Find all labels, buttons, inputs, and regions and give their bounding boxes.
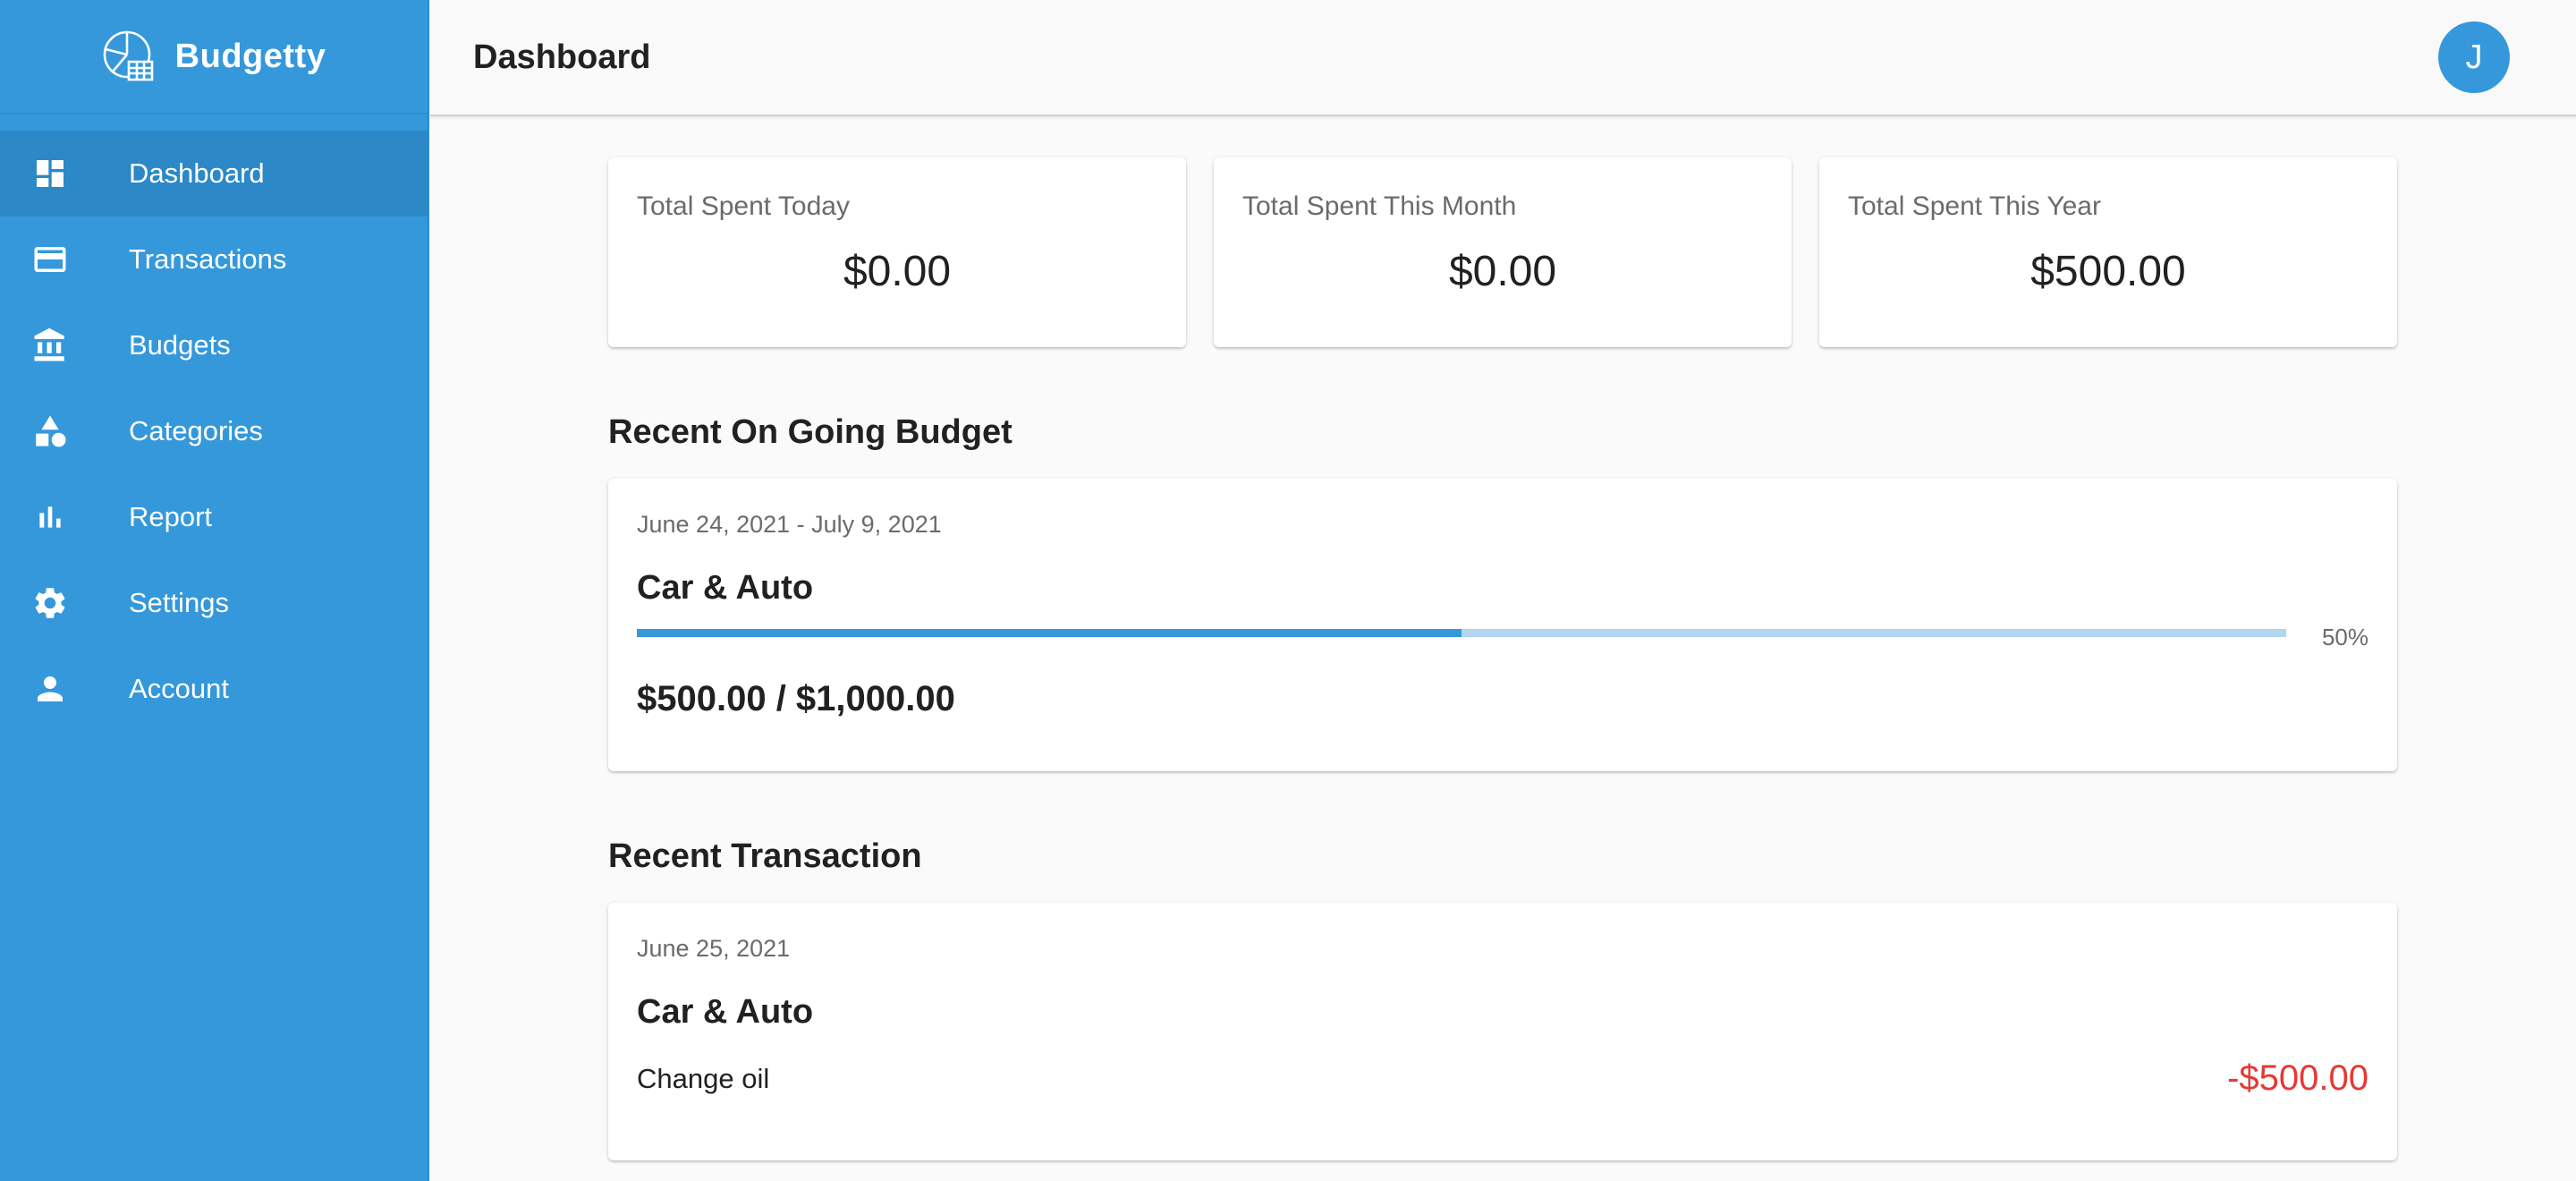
stats-row: Total Spent Today $0.00 Total Spent This…	[608, 157, 2397, 347]
sidebar-item-settings[interactable]: Settings	[0, 560, 428, 646]
progress-percent: 50%	[2321, 624, 2368, 650]
transaction-row: Change oil -$500.00	[637, 1058, 2368, 1099]
sidebar-item-budgets[interactable]: Budgets	[0, 302, 428, 388]
transaction-card[interactable]: June 25, 2021 Car & Auto Change oil -$50…	[608, 903, 2397, 1160]
budget-section-title: Recent On Going Budget	[608, 413, 1013, 451]
stat-value: $0.00	[1448, 248, 1557, 295]
sidebar-item-label: Transactions	[129, 243, 287, 275]
sidebar-item-transactions[interactable]: Transactions	[0, 217, 428, 302]
sidebar: Budgetty Dashboard Transactions Budgets …	[0, 0, 429, 1181]
budget-date-range: June 24, 2021 - July 9, 2021	[637, 511, 942, 538]
page-title: Dashboard	[473, 38, 651, 76]
bank-icon	[30, 326, 70, 365]
sidebar-item-label: Account	[129, 673, 230, 704]
sidebar-item-label: Budgets	[129, 329, 231, 361]
progress-track	[637, 629, 2286, 637]
avatar[interactable]: J	[2438, 21, 2510, 93]
stat-card-year: Total Spent This Year $500.00	[1819, 157, 2397, 347]
app-root: Budgetty Dashboard Transactions Budgets …	[0, 0, 2576, 1181]
stat-label: Total Spent Today	[637, 191, 850, 221]
transaction-section-title: Recent Transaction	[608, 837, 922, 875]
stat-card-month: Total Spent This Month $0.00	[1214, 157, 1792, 347]
gear-icon	[30, 583, 70, 623]
sidebar-item-label: Settings	[129, 587, 230, 618]
budget-progress: 50%	[637, 624, 2368, 656]
bar-chart-icon	[30, 497, 70, 537]
brand[interactable]: Budgetty	[0, 0, 428, 115]
sidebar-item-report[interactable]: Report	[0, 474, 428, 560]
progress-fill	[637, 629, 1462, 637]
credit-card-icon	[30, 240, 70, 279]
sidebar-item-dashboard[interactable]: Dashboard	[0, 131, 428, 217]
stat-card-today: Total Spent Today $0.00	[608, 157, 1186, 347]
person-icon	[30, 669, 70, 709]
sidebar-item-categories[interactable]: Categories	[0, 388, 428, 474]
budget-card[interactable]: June 24, 2021 - July 9, 2021 Car & Auto …	[608, 479, 2397, 771]
app-name: Budgetty	[174, 37, 326, 75]
pie-chart-coins-icon	[102, 30, 156, 83]
budget-category: Car & Auto	[637, 569, 814, 607]
stat-label: Total Spent This Year	[1848, 191, 2101, 221]
transaction-amount: -$500.00	[2227, 1058, 2368, 1098]
budget-amount: $500.00 / $1,000.00	[637, 679, 955, 718]
top-bar: Dashboard J	[430, 0, 2576, 116]
transaction-category: Car & Auto	[637, 993, 814, 1031]
transaction-date: June 25, 2021	[637, 935, 791, 962]
stat-label: Total Spent This Month	[1242, 191, 1517, 221]
stat-value: $0.00	[843, 248, 952, 295]
shapes-icon	[30, 412, 70, 451]
stat-value: $500.00	[2030, 248, 2186, 295]
sidebar-item-label: Dashboard	[129, 157, 265, 189]
transaction-note: Change oil	[637, 1062, 770, 1094]
sidebar-nav: Dashboard Transactions Budgets Categorie…	[0, 131, 428, 732]
dashboard-icon	[30, 154, 70, 193]
sidebar-item-account[interactable]: Account	[0, 646, 428, 732]
dashboard-content: Total Spent Today $0.00 Total Spent This…	[608, 157, 2397, 1160]
sidebar-item-label: Categories	[129, 415, 263, 446]
sidebar-item-label: Report	[129, 501, 213, 532]
